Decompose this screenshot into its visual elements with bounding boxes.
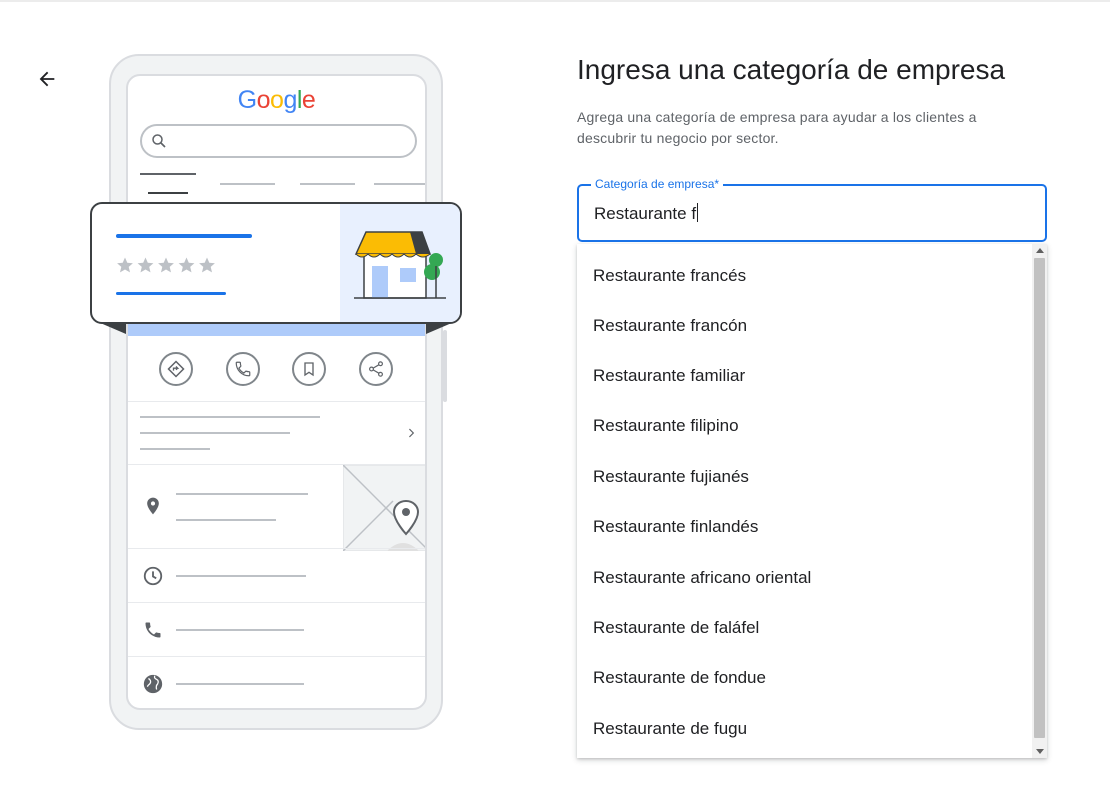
scrollbar-thumb[interactable] (1034, 258, 1045, 738)
star-rating (117, 257, 215, 273)
category-input[interactable]: Restaurante f (594, 203, 699, 224)
suggestions-dropdown: Restaurante francés Restaurante francón … (577, 244, 1047, 758)
illustration-phone-row (128, 602, 425, 656)
card-subtitle-line (116, 292, 226, 295)
placeholder-line (176, 493, 308, 495)
suggestion-option[interactable]: Restaurante africano oriental (593, 568, 811, 588)
clock-icon (143, 566, 163, 586)
logo-letter: o (270, 86, 284, 114)
share-icon (369, 361, 383, 377)
illustration-hours-row (128, 548, 425, 602)
placeholder-line (176, 629, 304, 631)
logo-letter: e (301, 86, 316, 114)
scroll-up-arrow[interactable] (1036, 248, 1044, 253)
placeholder-line (300, 183, 355, 185)
chevron-right-icon (409, 428, 415, 438)
dropdown-scrollbar[interactable] (1032, 244, 1047, 758)
illustration-call-circle (226, 352, 260, 386)
tab-underline (148, 192, 188, 194)
illustration-address-row (128, 464, 425, 551)
tab-indicator (140, 173, 196, 175)
phone-icon (235, 361, 251, 377)
suggestion-option[interactable]: Restaurante francés (593, 266, 746, 286)
directions-icon (167, 360, 185, 378)
arrow-back-icon (39, 71, 55, 87)
suggestion-option[interactable]: Restaurante finlandés (593, 517, 758, 537)
bookmark-icon (304, 362, 314, 377)
suggestion-option[interactable]: Restaurante filipino (593, 416, 739, 436)
placeholder-line (176, 683, 304, 685)
card-shadow-band (128, 322, 425, 336)
globe-icon (143, 674, 163, 694)
phone-icon (145, 622, 161, 638)
suggestion-option[interactable]: Restaurante francón (593, 316, 747, 336)
placeholder-line (140, 448, 210, 450)
illustration-search-bar (140, 124, 417, 158)
google-logo: Google (128, 86, 425, 115)
placeholder-line (140, 416, 320, 418)
scroll-down-arrow[interactable] (1036, 749, 1044, 754)
phone-screen: Google (126, 74, 427, 710)
storefront-icon (354, 231, 446, 299)
illustration-share-circle (359, 352, 393, 386)
illustration-website-row (128, 656, 425, 708)
top-divider (0, 0, 1110, 2)
search-icon (152, 134, 166, 148)
placeholder-line (140, 432, 290, 434)
logo-letter: o (256, 86, 271, 114)
suggestion-option[interactable]: Restaurante familiar (593, 366, 745, 386)
illustration-directions-circle (159, 352, 193, 386)
card-image-area (340, 204, 460, 322)
illustration-save-circle (292, 352, 326, 386)
suggestion-option[interactable]: Restaurante de fondue (593, 668, 766, 688)
suggestion-option[interactable]: Restaurante fujianés (593, 467, 749, 487)
back-button[interactable] (30, 62, 64, 96)
map-thumbnail (343, 465, 425, 551)
page-description: Agrega una categoría de empresa para ayu… (577, 109, 977, 146)
category-input-field[interactable]: Categoría de empresa* Restaurante f (577, 176, 1047, 242)
illustration-scrollbar (443, 330, 447, 402)
illustration-detail-row (128, 401, 425, 465)
business-profile-card (90, 202, 462, 324)
text-caret (697, 203, 699, 222)
placeholder-line (176, 519, 276, 521)
card-title-line (116, 234, 252, 238)
suggestion-option[interactable]: Restaurante de faláfel (593, 618, 759, 638)
placeholder-line (374, 183, 425, 185)
category-field-label: Categoría de empresa* (591, 176, 724, 192)
logo-letter: g (283, 86, 297, 114)
category-input-value: Restaurante f (594, 204, 697, 223)
logo-letter: G (237, 86, 257, 114)
location-pin-icon (147, 497, 159, 515)
placeholder-line (176, 575, 306, 577)
placeholder-line (220, 183, 275, 185)
suggestion-option[interactable]: Restaurante de fugu (593, 719, 747, 739)
page-title: Ingresa una categoría de empresa (577, 54, 1006, 85)
